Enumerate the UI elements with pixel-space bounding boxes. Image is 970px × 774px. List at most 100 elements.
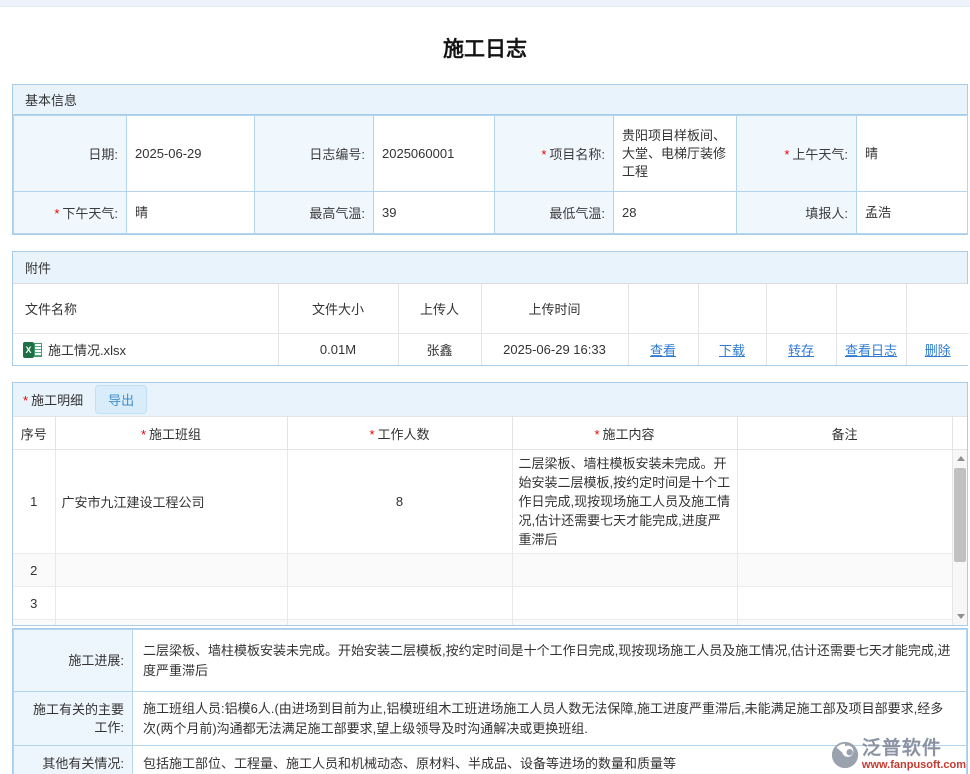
attachments-section-header: 附件 bbox=[13, 252, 967, 284]
date-label: 日期: bbox=[14, 116, 127, 192]
summary-row: 其他有关情况: 包括施工部位、工程量、施工人员和机械动态、原材料、半成品、设备等… bbox=[14, 746, 967, 774]
morning-weather-label: *上午天气: bbox=[737, 116, 857, 192]
detail-section-title: *施工明细 bbox=[23, 390, 83, 409]
col-scroll-gutter bbox=[952, 417, 967, 450]
afternoon-weather-value: 晴 bbox=[127, 192, 255, 234]
detail-row: 4 bbox=[13, 620, 952, 626]
detail-row: 3 bbox=[13, 587, 952, 620]
min-temp-value: 28 bbox=[614, 192, 737, 234]
log-number-value: 2025060001 bbox=[374, 116, 495, 192]
construction-log-page: 施工日志 基本信息 日期: 2025-06-29 日志编号: 202506000… bbox=[0, 0, 970, 774]
required-marker: * bbox=[594, 427, 599, 442]
team-cell bbox=[55, 620, 287, 626]
col-workers: *工作人数 bbox=[287, 417, 512, 450]
attachments-table: 文件名称 文件大小 上传人 上传时间 X施工情况.xlsx 0.01M 张鑫 2… bbox=[13, 284, 969, 365]
required-marker: * bbox=[541, 147, 546, 162]
team-cell bbox=[55, 587, 287, 620]
scrollbar-down-icon[interactable] bbox=[957, 614, 965, 619]
summary-table: 施工进展: 二层梁板、墙柱模板安装未完成。开始安装二层模板,按约定时间是十个工作… bbox=[13, 629, 967, 774]
col-content: *施工内容 bbox=[512, 417, 737, 450]
file-name-cell: X施工情况.xlsx bbox=[13, 333, 278, 365]
content-cell bbox=[512, 620, 737, 626]
afternoon-weather-label: *下午天气: bbox=[14, 192, 127, 234]
date-value: 2025-06-29 bbox=[127, 116, 255, 192]
morning-weather-value: 晴 bbox=[857, 116, 968, 192]
scrollbar-thumb[interactable] bbox=[954, 468, 966, 562]
required-marker: * bbox=[23, 393, 28, 408]
content-cell bbox=[512, 587, 737, 620]
row-number-cell: 4 bbox=[13, 620, 55, 626]
view-link[interactable]: 查看 bbox=[650, 343, 676, 358]
detail-body: 1 广安市九江建设工程公司 8 二层梁板、墙柱模板安装未完成。开始安装二层模板,… bbox=[13, 450, 967, 625]
workers-cell bbox=[287, 554, 512, 587]
detail-header-table: 序号 *施工班组 *工作人数 *施工内容 备注 bbox=[13, 416, 967, 450]
col-file-name: 文件名称 bbox=[13, 284, 278, 333]
vertical-scrollbar[interactable] bbox=[952, 450, 967, 625]
progress-label: 施工进展: bbox=[14, 630, 133, 692]
col-action-5 bbox=[906, 284, 969, 333]
brand-name: 泛普软件 bbox=[862, 739, 966, 758]
workers-cell bbox=[287, 620, 512, 626]
basic-info-table: 日期: 2025-06-29 日志编号: 2025060001 *项目名称: 贵… bbox=[13, 115, 968, 234]
uploader-cell: 张鑫 bbox=[398, 333, 481, 365]
col-row-number: 序号 bbox=[13, 417, 55, 450]
fanpu-logo-icon bbox=[830, 740, 860, 770]
reporter-value: 孟浩 bbox=[857, 192, 968, 234]
basic-info-section-header: 基本信息 bbox=[13, 85, 967, 115]
col-action-3 bbox=[766, 284, 836, 333]
other-info-label: 其他有关情况: bbox=[14, 746, 133, 774]
detail-section: *施工明细 导出 序号 *施工班组 *工作人数 *施工内容 备注 bbox=[12, 382, 968, 626]
min-temp-label: 最低气温: bbox=[495, 192, 614, 234]
main-work-label: 施工有关的主要工作: bbox=[14, 692, 133, 746]
required-marker: * bbox=[54, 206, 59, 221]
workers-cell: 8 bbox=[287, 450, 512, 554]
main-work-value: 施工班组人员:铝模6人.(由进场到目前为止,铝模班组木工班进场施工人员人数无法保… bbox=[133, 692, 967, 746]
row-number-cell: 2 bbox=[13, 554, 55, 587]
file-size-cell: 0.01M bbox=[278, 333, 398, 365]
brand-watermark: 泛普软件 www.fanpusoft.com bbox=[830, 739, 966, 771]
scrollbar-up-icon[interactable] bbox=[957, 456, 965, 461]
download-link[interactable]: 下载 bbox=[719, 343, 745, 358]
delete-link[interactable]: 删除 bbox=[925, 343, 951, 358]
remark-cell bbox=[737, 450, 952, 554]
detail-row: 1 广安市九江建设工程公司 8 二层梁板、墙柱模板安装未完成。开始安装二层模板,… bbox=[13, 450, 952, 554]
remark-cell bbox=[737, 587, 952, 620]
content-cell bbox=[512, 554, 737, 587]
required-marker: * bbox=[141, 427, 146, 442]
max-temp-value: 39 bbox=[374, 192, 495, 234]
export-button[interactable]: 导出 bbox=[95, 385, 147, 414]
col-action-1 bbox=[628, 284, 698, 333]
required-marker: * bbox=[784, 147, 789, 162]
col-uploader: 上传人 bbox=[398, 284, 481, 333]
col-action-4 bbox=[836, 284, 906, 333]
detail-body-table: 1 广安市九江建设工程公司 8 二层梁板、墙柱模板安装未完成。开始安装二层模板,… bbox=[13, 450, 953, 625]
summary-section: 施工进展: 二层梁板、墙柱模板安装未完成。开始安装二层模板,按约定时间是十个工作… bbox=[12, 628, 968, 774]
required-marker: * bbox=[369, 427, 374, 442]
summary-row: 施工有关的主要工作: 施工班组人员:铝模6人.(由进场到目前为止,铝模班组木工班… bbox=[14, 692, 967, 746]
transfer-link[interactable]: 转存 bbox=[788, 343, 814, 358]
remark-cell bbox=[737, 554, 952, 587]
content-cell: 二层梁板、墙柱模板安装未完成。开始安装二层模板,按约定时间是十个工作日完成,现按… bbox=[512, 450, 737, 554]
workers-cell bbox=[287, 587, 512, 620]
col-upload-time: 上传时间 bbox=[481, 284, 628, 333]
brand-url: www.fanpusoft.com bbox=[862, 760, 966, 771]
basic-info-section: 基本信息 日期: 2025-06-29 日志编号: 2025060001 *项目… bbox=[12, 84, 968, 235]
row-number-cell: 1 bbox=[13, 450, 55, 554]
top-strip bbox=[0, 0, 970, 7]
max-temp-label: 最高气温: bbox=[255, 192, 374, 234]
col-team: *施工班组 bbox=[55, 417, 287, 450]
project-name-value: 贵阳项目样板间、大堂、电梯厅装修工程 bbox=[614, 116, 737, 192]
col-file-size: 文件大小 bbox=[278, 284, 398, 333]
summary-row: 施工进展: 二层梁板、墙柱模板安装未完成。开始安装二层模板,按约定时间是十个工作… bbox=[14, 630, 967, 692]
progress-value: 二层梁板、墙柱模板安装未完成。开始安装二层模板,按约定时间是十个工作日完成,现按… bbox=[133, 630, 967, 692]
remark-cell bbox=[737, 620, 952, 626]
log-number-label: 日志编号: bbox=[255, 116, 374, 192]
attachment-row: X施工情况.xlsx 0.01M 张鑫 2025-06-29 16:33 查看 … bbox=[13, 333, 969, 365]
page-title: 施工日志 bbox=[0, 33, 970, 63]
attachments-section: 附件 文件名称 文件大小 上传人 上传时间 X施工情况.xlsx bbox=[12, 251, 968, 366]
excel-icon: X bbox=[23, 342, 42, 358]
view-log-link[interactable]: 查看日志 bbox=[845, 343, 897, 358]
project-name-label: *项目名称: bbox=[495, 116, 614, 192]
col-remark: 备注 bbox=[737, 417, 952, 450]
col-action-2 bbox=[698, 284, 766, 333]
